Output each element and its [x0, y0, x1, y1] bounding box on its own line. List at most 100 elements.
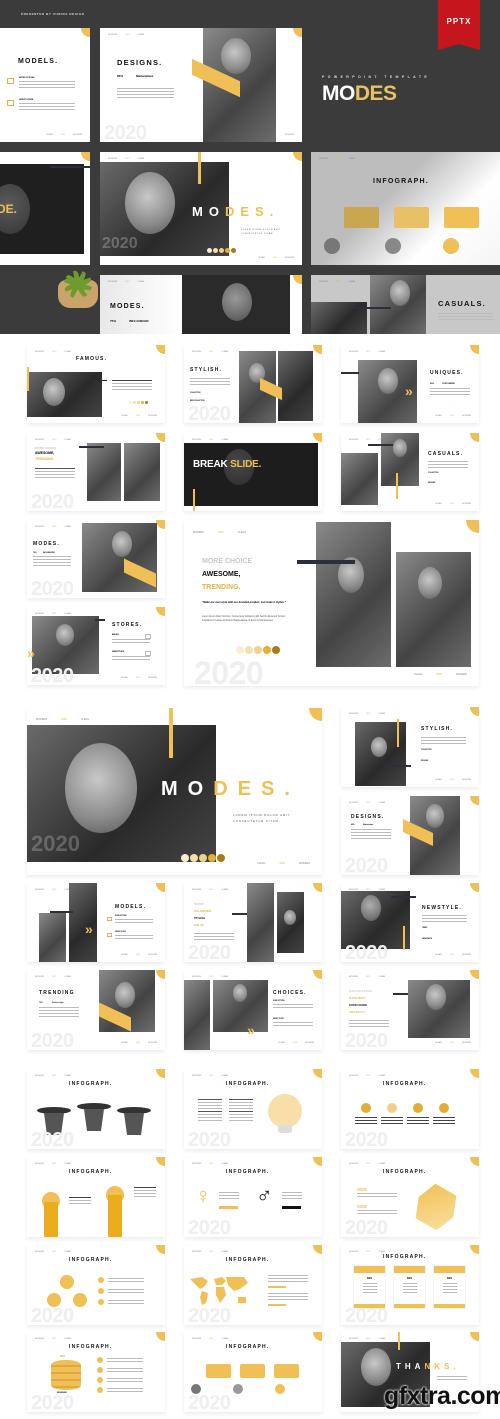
slide-infograph-hats[interactable]: MODERN 2020 CLEAN INFOGRAPH. 2020: [27, 1069, 165, 1149]
slide-models[interactable]: MODELS. MORE OPTIONS GREAT STORE CLEAN 20…: [0, 28, 90, 142]
slide-infograph-money[interactable]: MODERN 2020 CLEAN INFOGRAPH. 2020: [341, 1069, 479, 1149]
slide-break[interactable]: MODERN 2020 CLEAN BREAK SLIDE.: [184, 433, 322, 511]
pricing-button[interactable]: [434, 1304, 465, 1308]
photo: [124, 443, 160, 501]
chevron-icon: »: [85, 921, 93, 937]
lightbulb-icon: [268, 1094, 302, 1128]
slide-infograph-puzzle[interactable]: MODERN 2020 CLEAN INFOGRAPH. 2020: [341, 1157, 479, 1237]
slide-modes-influencer[interactable]: MODERN 2020 CLEAN MODES. 75% INFLUANCER: [100, 275, 302, 334]
year-watermark: 2020: [188, 1129, 231, 1149]
slide-title: MODES.: [192, 204, 280, 219]
body-text: [273, 1022, 313, 1028]
slide-choices[interactable]: MODERN 2020 CLEAN » CHOICES. MORE OPTIONS …: [184, 970, 322, 1050]
footer-nav: CLEAN 2020 MODERN: [434, 415, 471, 417]
top-nav: MODERN2020CLEAN: [349, 1163, 386, 1165]
item-label: NEW COLLECTION: [190, 401, 205, 402]
slide-infograph-gender[interactable]: MODERN 2020 CLEAN INFOGRAPH. ♀ ♂ 2020: [184, 1157, 322, 1237]
photo: [184, 443, 318, 506]
corner-accent: [470, 433, 479, 442]
accent-bar: [50, 166, 90, 168]
bullet-dot: [98, 1288, 104, 1294]
slide-stylish[interactable]: MODERN 2020 CLEAN STYLISH. COLLECTION NEW …: [184, 345, 322, 423]
footer-nav: CLEAN 2020 MODERN: [256, 862, 310, 865]
body-text: [381, 1117, 403, 1126]
slide-newstyle[interactable]: MODERN 2020 CLEAN NEWSTYLE. TREND FASHIONI…: [341, 883, 479, 962]
body-text: [433, 1117, 455, 1126]
top-nav: MODERN2020CLEAN: [192, 1338, 229, 1340]
body-text: [428, 461, 468, 470]
slide-infograph-revenue[interactable]: MODERN 2020 CLEAN INFOGRAPH. 80% REVENUE 2…: [27, 1332, 165, 1412]
slide-de[interactable]: DE.: [0, 152, 90, 265]
accent-bar: [169, 708, 173, 758]
body-text: [268, 1275, 308, 1284]
accent-bar: [351, 307, 391, 309]
headline-line: TRENDY: [194, 903, 205, 906]
slide-infograph-map[interactable]: MODERN 2020 CLEAN INFOGRAPH. 2020: [184, 1245, 322, 1325]
step-circle: [443, 238, 459, 254]
slide-awesome-small[interactable]: MODERN 2020 CLEAN MORE CHOICE AWESOME, TRE…: [27, 433, 165, 511]
process-box: [274, 1364, 299, 1378]
top-nav: MODERN2020CLEAN: [192, 976, 229, 978]
corner-accent: [313, 1245, 322, 1254]
slide-designs-2[interactable]: MODERN 2020 CLEAN DESIGNS. 65% Marketplace…: [341, 796, 479, 875]
accent-bar: [297, 560, 355, 564]
slide-infograph-diamond[interactable]: MODERN 2020 CLEAN INFOGRAPH.: [27, 1157, 165, 1237]
top-nav: MODERN2020CLEAN: [35, 526, 72, 528]
slide-modes-hero[interactable]: MODERN 2020 CLEAN 2020 MODES. LOREM IPSUM …: [100, 152, 302, 265]
photo: [408, 980, 470, 1038]
slide-stores[interactable]: MODERN 2020 CLEAN » STORES. BRANDS MARKETP…: [27, 607, 165, 685]
bullet-dot: [97, 1357, 103, 1363]
slide-infograph-bulb[interactable]: MODERN 2020 CLEAN INFOGRAPH. 2020: [184, 1069, 322, 1149]
slide-awesome-trending[interactable]: MODERN 2020 CLEAN MORE CHOICE AWESOME, TRE…: [184, 520, 479, 686]
feature-list: [403, 1283, 417, 1293]
headline-line: STYLISH,: [194, 917, 206, 920]
item-icon: [145, 651, 151, 656]
slide-trendy[interactable]: MODERN 2020 CLEAN TRENDY THE AMAZING STYLI…: [184, 883, 322, 962]
pricing-header: [354, 1266, 385, 1273]
slide-uniques[interactable]: MODERN 2020 CLEAN » UNIQUES. 90% CUSTOMERS…: [341, 345, 479, 423]
accent-bar: [385, 765, 411, 767]
slide-modes-big[interactable]: MODERN 2020 CLEAN 2020 MODES. LOREM IPSUM …: [27, 708, 322, 875]
slide-designs[interactable]: MODERN 2020 CLEAN DESIGNS. 65% Marketplace…: [100, 28, 302, 142]
color-palette: [181, 854, 225, 862]
process-box: [394, 207, 429, 228]
male-icon: ♂: [256, 1183, 273, 1208]
year-watermark: 2020: [188, 1305, 231, 1325]
slide-famous[interactable]: MODERN 2020 CLEAN FAMOUS. CLEAN 2020 MODERN: [27, 345, 165, 423]
slide-title: INFOGRAPH.: [383, 1254, 427, 1260]
link-bar: [268, 1286, 286, 1288]
photo: [247, 883, 274, 962]
top-nav: MODERN2020CLEAN: [319, 281, 356, 283]
slide-title: INFOGRAPH.: [383, 1081, 427, 1087]
slide-collection[interactable]: MODERN 2020 CLEAN OUR COLLECTION IS THE BE…: [341, 970, 479, 1050]
process-box: [240, 1364, 265, 1378]
stat-label: INFLUANCER: [129, 319, 149, 323]
slide-title: INFOGRAPH.: [69, 1081, 113, 1087]
slide-infograph-pricing[interactable]: MODERN 2020 CLEAN INFOGRAPH. $29 $29 $29 2…: [341, 1245, 479, 1325]
pricing-button[interactable]: [394, 1304, 425, 1308]
footer-nav: CLEAN 2020 MODERN: [257, 257, 294, 259]
footer-nav: MODERN: [285, 134, 294, 136]
slide-stylish-2[interactable]: MODERN 2020 CLEAN STYLISH. COLLECTION DESI…: [341, 707, 479, 787]
item-label: GREAT STORE: [115, 932, 126, 933]
money-bag-icon: [361, 1103, 371, 1113]
slide-infograph-process[interactable]: MODERN 2020 CLEAN INFOGRAPH. 2020: [184, 1332, 322, 1412]
slide-casuals[interactable]: MODERN 2020 CLEAN CASUALS.: [311, 275, 500, 334]
item-label: MARKETPLACE: [112, 652, 125, 653]
top-nav: MODERN2020CLEAN: [192, 1163, 229, 1165]
headline-line: IS THE BEST !: [349, 997, 366, 1000]
corner-accent: [313, 883, 322, 892]
year-watermark: 2020: [345, 1129, 388, 1149]
slide-models-2[interactable]: MODERN 2020 CLEAN » MODELS. MORE OPTIONS G…: [27, 883, 165, 962]
slide-trending[interactable]: MODERN 2020 CLEAN TRENDING 70% Fashion Sty…: [27, 970, 165, 1050]
item-icon: [107, 933, 112, 937]
slide-modes-3[interactable]: MODERN 2020 CLEAN MODES. 75% INFLUANCER 20…: [27, 520, 165, 598]
slide-infograph[interactable]: MODERN 2020 CLEAN INFOGRAPH.: [311, 152, 500, 265]
slide-casuals-2[interactable]: MODERN2020CLEAN CASUALS. COLLECTION DESI…: [341, 433, 479, 511]
body-text: [117, 88, 174, 100]
stat-value: 65%: [117, 74, 124, 78]
slide-infograph-circles[interactable]: MODERN 2020 CLEAN INFOGRAPH. 2020: [27, 1245, 165, 1325]
corner-accent: [470, 1069, 479, 1078]
slide-title: MODELS.: [18, 58, 59, 65]
body-text: [198, 1099, 222, 1123]
